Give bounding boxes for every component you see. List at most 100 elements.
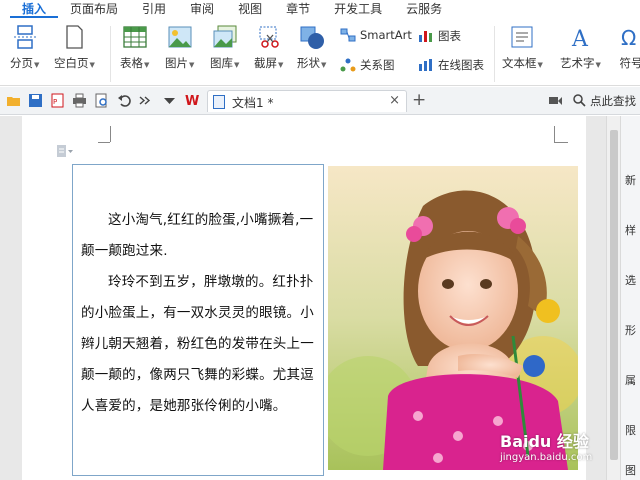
svg-text:A: A	[571, 27, 589, 50]
document-tab[interactable]: 文档1 * ×	[207, 90, 407, 112]
picture-button[interactable]: 图片▼	[165, 24, 194, 71]
task-pane: 新 样 选 形 属 限 图	[620, 116, 640, 480]
close-tab-button[interactable]: ×	[389, 93, 400, 108]
textbox-label: 文本框	[502, 56, 537, 70]
crop-mark	[554, 126, 555, 142]
page-break-icon	[12, 24, 38, 50]
page-margin-left	[0, 116, 22, 480]
watermark: Baidu 经验 jingyan.baidu.com	[500, 428, 592, 463]
ribbon-divider	[110, 26, 111, 82]
ribbon-tabs: 插入 页面布局 引用 审阅 视图 章节 开发工具 云服务	[0, 0, 640, 18]
omega-icon: Ω	[618, 24, 640, 50]
online-chart-label: 在线图表	[438, 58, 484, 72]
symbol-label: 符号	[619, 56, 640, 70]
tab-view[interactable]: 视图	[226, 0, 274, 18]
pdf-icon[interactable]: P	[50, 93, 65, 108]
ribbon-insert: 分页▼ 空白页▼ 表格▼ 图片▼ 图库▼ 截屏▼ 形状▼ SmartArt 图表…	[0, 18, 640, 86]
more-arrows-icon[interactable]	[137, 93, 152, 108]
search-label[interactable]: 点此查找	[590, 93, 636, 109]
tab-insert[interactable]: 插入	[10, 0, 59, 18]
new-tab-button[interactable]: +	[412, 90, 426, 110]
online-chart-button[interactable]: 在线图表	[418, 57, 484, 73]
document-tab-title: 文档1 *	[232, 96, 274, 110]
tab-page-layout[interactable]: 页面布局	[58, 0, 130, 18]
paste-options-icon[interactable]	[56, 144, 74, 158]
relation-icon	[340, 58, 356, 72]
textbox-icon	[509, 24, 535, 50]
blank-page-label: 空白页	[54, 56, 89, 70]
table-icon	[122, 24, 148, 50]
task-pane-item-properties[interactable]: 属	[625, 372, 639, 388]
gallery-button[interactable]: 图库▼	[210, 24, 239, 71]
gallery-icon	[212, 24, 238, 50]
wps-logo-icon[interactable]: W	[185, 93, 200, 109]
tab-review[interactable]: 审阅	[178, 0, 226, 18]
smartart-label: SmartArt	[360, 28, 412, 42]
scrollbar-thumb[interactable]	[610, 130, 618, 460]
symbol-button[interactable]: Ω 符号	[618, 24, 640, 71]
text-box[interactable]: 这小淘气,红红的脸蛋,小嘴撅着,一颠一颠跑过来. 玲玲不到五岁，胖墩墩的。红扑扑…	[72, 164, 324, 476]
crop-mark	[110, 126, 111, 142]
tab-cloud[interactable]: 云服务	[394, 0, 454, 18]
picture-label: 图片	[165, 56, 188, 70]
task-pane-item-select[interactable]: 选	[625, 272, 639, 288]
page-break-button[interactable]: 分页▼	[10, 24, 39, 71]
svg-text:Ω: Ω	[621, 26, 636, 50]
watermark-url: jingyan.baidu.com	[500, 452, 593, 463]
watermark-brand: Baidu 经验	[500, 432, 589, 451]
wordart-icon: A	[567, 24, 593, 52]
chart-button[interactable]: 图表	[418, 28, 461, 44]
paragraph-1[interactable]: 这小淘气,红红的脸蛋,小嘴撅着,一颠一颠跑过来.	[81, 205, 315, 267]
shapes-icon	[299, 24, 325, 50]
chart-label: 图表	[438, 29, 461, 43]
relation-button[interactable]: 关系图	[340, 57, 395, 73]
gallery-label: 图库	[210, 56, 233, 70]
task-pane-item-picture[interactable]: 图	[625, 462, 639, 478]
open-folder-icon[interactable]	[6, 93, 21, 108]
search-icon[interactable]	[572, 93, 587, 108]
print-preview-icon[interactable]	[94, 93, 109, 108]
tab-chapter[interactable]: 章节	[274, 0, 322, 18]
table-label: 表格	[120, 56, 143, 70]
screenshot-label: 截屏	[254, 56, 277, 70]
ribbon-divider	[494, 26, 495, 82]
inserted-photo[interactable]	[328, 166, 578, 470]
task-pane-item-style[interactable]: 样	[625, 222, 639, 238]
dropdown-icon[interactable]	[162, 93, 177, 108]
screenshot-button[interactable]: 截屏▼	[254, 24, 283, 71]
blank-page-icon	[61, 24, 87, 50]
wordart-button[interactable]: A 艺术字▼	[560, 24, 601, 71]
task-pane-item-limit[interactable]: 限	[625, 422, 639, 438]
paragraph-2[interactable]: 玲玲不到五岁，胖墩墩的。红扑扑的小脸蛋上，有一双水灵灵的眼镜。小辫儿朝天翘着，粉…	[81, 267, 315, 422]
online-chart-icon	[418, 58, 434, 72]
vertical-scrollbar[interactable]	[606, 116, 620, 480]
undo-icon[interactable]	[117, 93, 132, 108]
minimize-ribbon-icon[interactable]	[548, 93, 563, 108]
document-icon	[213, 95, 225, 109]
task-pane-item-shape[interactable]: 形	[625, 322, 639, 338]
tab-developer[interactable]: 开发工具	[322, 0, 394, 18]
task-pane-item-new[interactable]: 新	[625, 172, 639, 188]
wordart-label: 艺术字	[560, 56, 595, 70]
save-icon[interactable]	[28, 93, 43, 108]
smartart-icon	[340, 28, 356, 42]
page-margin-right	[586, 116, 606, 480]
svg-text:P: P	[53, 98, 57, 106]
tab-references[interactable]: 引用	[130, 0, 178, 18]
relation-label: 关系图	[360, 58, 395, 72]
scissors-icon	[256, 24, 282, 50]
bar-chart-icon	[418, 29, 434, 43]
shape-button[interactable]: 形状▼	[297, 24, 326, 71]
picture-icon	[167, 24, 193, 50]
crop-mark	[98, 142, 110, 143]
table-button[interactable]: 表格▼	[120, 24, 149, 71]
smartart-button[interactable]: SmartArt	[340, 28, 412, 42]
print-icon[interactable]	[72, 93, 87, 108]
shape-label: 形状	[297, 56, 320, 70]
page-break-label: 分页	[10, 56, 33, 70]
textbox-button[interactable]: 文本框▼	[502, 24, 543, 71]
svg-text:W: W	[185, 94, 199, 108]
blank-page-button[interactable]: 空白页▼	[54, 24, 95, 71]
crop-mark	[554, 142, 568, 143]
tab-spacer	[0, 0, 10, 18]
